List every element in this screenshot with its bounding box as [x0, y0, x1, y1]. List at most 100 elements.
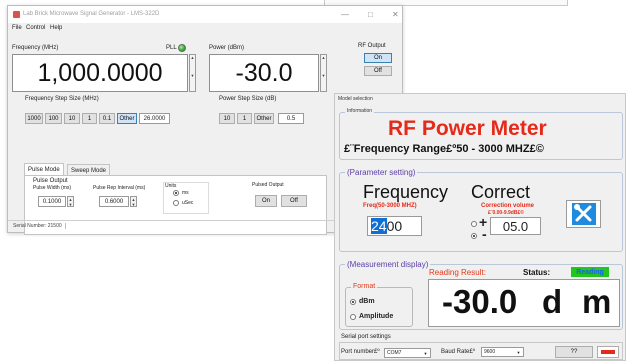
spin-down-icon[interactable]: ▼	[68, 202, 73, 207]
units-ms-label: ms	[182, 190, 189, 196]
menu-file[interactable]: File	[12, 25, 22, 31]
rf-on-button[interactable]: On	[364, 53, 392, 63]
disconnect-button[interactable]	[597, 346, 619, 358]
pll-label: PLL	[166, 45, 177, 51]
format-group: Format dBm Amplitude	[345, 283, 413, 327]
format-label: Format	[351, 283, 378, 290]
pulsed-on-button[interactable]: On	[255, 195, 277, 207]
step-1000-button[interactable]: 1000	[25, 113, 43, 124]
reading-unit-d: d	[542, 283, 563, 320]
spin-down-icon[interactable]: ▼	[190, 73, 195, 91]
spin-down-icon[interactable]: ▼	[131, 202, 136, 207]
parameter-setting-group: (Parameter setting) Frequency Freq(50-30…	[339, 168, 623, 252]
format-dbm-label: dBm	[359, 298, 375, 305]
frequency-range-sublabel: Freq(50-3000 MHZ)	[363, 203, 417, 209]
freq-step-input[interactable]: 26.0000	[139, 113, 170, 124]
minimize-button[interactable]: —	[341, 10, 349, 19]
parameter-setting-label: (Parameter setting)	[345, 168, 418, 177]
format-amplitude-label: Amplitude	[359, 313, 394, 320]
frequency-range-text: £¨Frequency Range£º50 - 3000 MHZ£©	[344, 143, 544, 155]
frequency-input[interactable]: 24 00	[367, 216, 422, 236]
baud-rate-value: 9600	[484, 349, 496, 355]
status-label: Status:	[523, 268, 551, 277]
information-group: Information RF Power Meter £¨Frequency R…	[339, 108, 623, 160]
window-title: Lab Brick Microwave Signal Generator - L…	[23, 11, 160, 17]
baud-rate-select[interactable]: 9600 ▼	[481, 347, 524, 357]
reading-unit-m: m	[582, 283, 612, 320]
reading-display: -30.0 d m	[428, 279, 620, 327]
title-bar: Lab Brick Microwave Signal Generator - L…	[8, 6, 402, 23]
step-other-button[interactable]: Other	[117, 113, 137, 124]
correct-plus-radio[interactable]	[471, 221, 477, 227]
close-button[interactable]: ✕	[392, 10, 399, 19]
pstep-other-button[interactable]: Other	[254, 113, 274, 124]
measurement-display-label: (Measurement display)	[345, 260, 431, 269]
serial-number-text: Serial Number: 21500	[10, 223, 66, 229]
power-display[interactable]: -30.0	[209, 54, 319, 92]
pulse-width-input[interactable]: 0.1000	[38, 196, 66, 207]
pstep-10-button[interactable]: 10	[219, 113, 235, 124]
settings-tool-button[interactable]	[566, 200, 601, 228]
menu-help[interactable]: Help	[50, 25, 62, 31]
spin-up-icon[interactable]: ▲	[190, 55, 195, 73]
frequency-input-selected: 24	[371, 218, 387, 234]
rf-power-meter-heading: RF Power Meter	[388, 117, 547, 140]
frequency-display[interactable]: 1,000.0000	[12, 54, 188, 92]
serial-settings-label: Serial port settings	[341, 334, 391, 340]
port-number-label: Port number£º	[341, 349, 380, 355]
pulsed-off-button[interactable]: Off	[281, 195, 307, 207]
units-ms-radio[interactable]	[173, 190, 179, 196]
step-1-button[interactable]: 1	[82, 113, 97, 124]
power-step-input[interactable]: 0.5	[278, 113, 304, 124]
step-100-button[interactable]: 100	[45, 113, 62, 124]
app-icon	[13, 11, 20, 18]
pulse-interval-label: Pulse Rep Interval (ms)	[93, 185, 146, 191]
pulsed-output-label: Pulsed Output	[252, 182, 284, 188]
units-usec-radio[interactable]	[173, 200, 179, 206]
correct-heading: Correct	[471, 182, 531, 202]
correction-range-label: £¨0.00-9.9dB£©	[488, 210, 524, 216]
chevron-down-icon: ▼	[516, 350, 521, 355]
rf-output-label: RF Output	[358, 43, 386, 49]
reading-result-label: Reading Result:	[429, 268, 486, 277]
format-amplitude-radio[interactable]	[350, 314, 356, 320]
pulse-output-label: Pulse Output	[33, 178, 68, 184]
menu-control[interactable]: Control	[26, 25, 45, 31]
power-label: Power (dBm)	[209, 45, 245, 51]
frequency-heading: Frequency	[363, 182, 449, 202]
power-step-label: Power Step Size (dB)	[219, 96, 277, 102]
pulse-width-spinner[interactable]: ▲ ▼	[67, 196, 74, 207]
help-button[interactable]: ??	[555, 346, 593, 358]
port-number-value: COM7	[387, 350, 402, 356]
baud-rate-label: Baud Rate£º	[441, 349, 475, 355]
correction-volume-label: Correction volume	[481, 203, 535, 209]
measurement-display-group: (Measurement display) Reading Result: St…	[339, 260, 623, 330]
window-title: Model selection	[338, 96, 373, 102]
pulse-interval-spinner[interactable]: ▲ ▼	[130, 196, 137, 207]
correction-input[interactable]: 05.0	[490, 217, 541, 235]
frequency-label: Frequency (MHz)	[12, 45, 59, 51]
reading-value: -30.0	[442, 283, 518, 320]
menu-bar: File Control Help	[8, 23, 402, 35]
pll-indicator-icon	[178, 44, 186, 52]
format-dbm-radio[interactable]	[350, 299, 356, 305]
correct-minus-radio[interactable]	[471, 233, 477, 239]
model-selection-window: Model selection Information RF Power Met…	[334, 93, 626, 361]
port-number-select[interactable]: COM7 ▼	[384, 348, 431, 358]
maximize-button[interactable]: □	[368, 10, 373, 19]
units-label: Units	[165, 183, 177, 189]
wrench-screwdriver-icon	[571, 203, 596, 225]
step-0-1-button[interactable]: 0.1	[99, 113, 115, 124]
power-spinner[interactable]: ▲ ▼	[320, 54, 327, 92]
pulse-width-label: Pulse Width (ms)	[33, 185, 72, 191]
frequency-input-rest: 00	[386, 218, 403, 234]
step-10-button[interactable]: 10	[64, 113, 80, 124]
freq-step-label: Frequency Step Size (MHz)	[25, 96, 99, 102]
rf-off-button[interactable]: Off	[364, 66, 392, 76]
frequency-spinner[interactable]: ▲ ▼	[189, 54, 196, 92]
chevron-down-icon: ▼	[423, 351, 428, 356]
pulse-interval-input[interactable]: 0.6000	[99, 196, 129, 207]
pstep-1-button[interactable]: 1	[237, 113, 252, 124]
spin-up-icon[interactable]: ▲	[321, 55, 326, 73]
spin-down-icon[interactable]: ▼	[321, 73, 326, 91]
